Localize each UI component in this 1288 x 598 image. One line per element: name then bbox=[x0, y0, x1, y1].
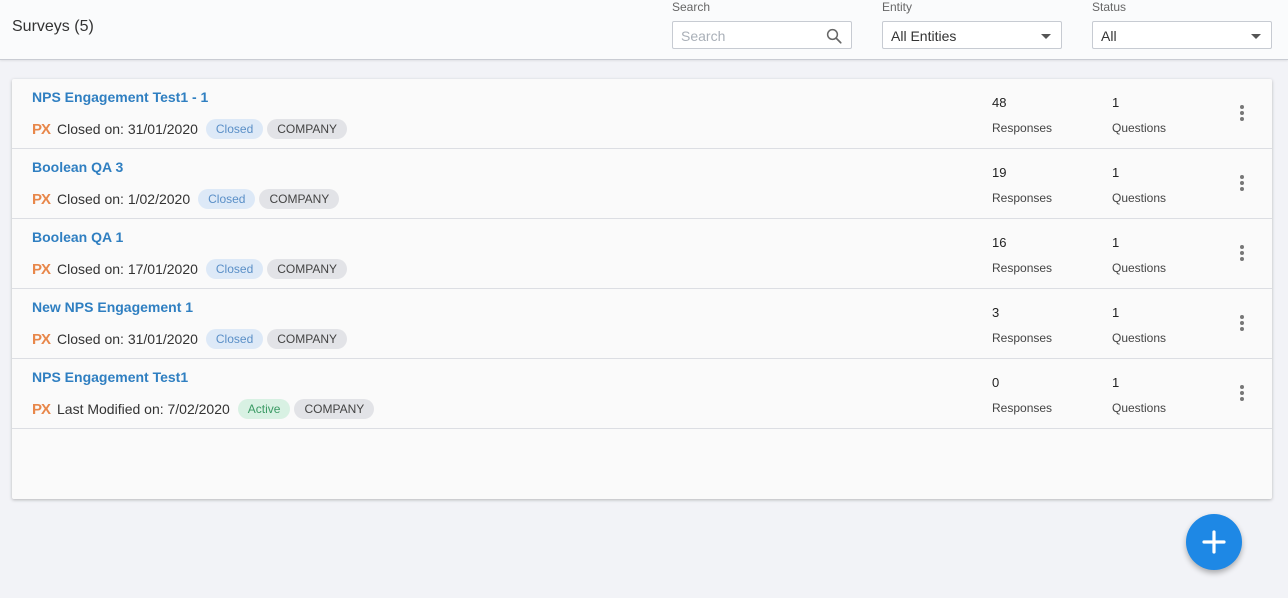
questions-label: Questions bbox=[1112, 191, 1167, 205]
questions-count: 1 bbox=[1112, 165, 1120, 180]
px-logo-icon: PX bbox=[32, 400, 51, 418]
survey-title-link[interactable]: Boolean QA 1 bbox=[32, 229, 123, 245]
search-icon[interactable] bbox=[825, 27, 843, 45]
search-input[interactable]: Search bbox=[672, 21, 852, 49]
questions-label: Questions bbox=[1112, 331, 1167, 345]
survey-title-link[interactable]: New NPS Engagement 1 bbox=[32, 299, 193, 315]
responses-label: Responses bbox=[992, 121, 1053, 135]
survey-row[interactable]: Boolean QA 3 PX Closed on: 1/02/2020 Clo… bbox=[12, 149, 1272, 219]
survey-row[interactable]: Boolean QA 1 PX Closed on: 17/01/2020 Cl… bbox=[12, 219, 1272, 289]
more-vertical-icon[interactable] bbox=[1234, 315, 1250, 333]
responses-label: Responses bbox=[992, 191, 1053, 205]
status-badge: Active bbox=[237, 399, 291, 419]
more-vertical-icon[interactable] bbox=[1234, 385, 1250, 403]
px-logo-icon: PX bbox=[32, 260, 51, 278]
survey-meta: PX Closed on: 31/01/2020 Closed COMPANY bbox=[32, 329, 348, 349]
status-label: Status bbox=[1092, 0, 1127, 14]
survey-row[interactable]: NPS Engagement Test1 PX Last Modified on… bbox=[12, 359, 1272, 429]
survey-date: Last Modified on: 7/02/2020 bbox=[57, 401, 230, 417]
entity-badge: COMPANY bbox=[267, 259, 348, 279]
page-header: Surveys (5) Search Search Entity All Ent… bbox=[0, 0, 1288, 60]
questions-count: 1 bbox=[1112, 375, 1120, 390]
search-placeholder: Search bbox=[681, 28, 726, 44]
responses-count: 48 bbox=[992, 95, 1007, 110]
search-label: Search bbox=[672, 0, 711, 14]
responses-label: Responses bbox=[992, 401, 1053, 415]
responses-count: 0 bbox=[992, 375, 1000, 390]
survey-title-link[interactable]: NPS Engagement Test1 bbox=[32, 369, 188, 385]
chevron-down-icon bbox=[1041, 34, 1051, 39]
responses-count: 16 bbox=[992, 235, 1007, 250]
more-vertical-icon[interactable] bbox=[1234, 245, 1250, 263]
questions-label: Questions bbox=[1112, 401, 1167, 415]
responses-label: Responses bbox=[992, 331, 1053, 345]
questions-count: 1 bbox=[1112, 305, 1120, 320]
questions-count: 1 bbox=[1112, 235, 1120, 250]
page-title: Surveys (5) bbox=[12, 18, 94, 35]
responses-label: Responses bbox=[992, 261, 1053, 275]
survey-row[interactable]: NPS Engagement Test1 - 1 PX Closed on: 3… bbox=[12, 79, 1272, 149]
entity-select-value: All Entities bbox=[891, 28, 957, 44]
entity-label: Entity bbox=[882, 0, 913, 14]
survey-meta: PX Closed on: 17/01/2020 Closed COMPANY bbox=[32, 259, 348, 279]
responses-count: 3 bbox=[992, 305, 1000, 320]
entity-select[interactable]: All Entities bbox=[882, 21, 1062, 49]
survey-date: Closed on: 31/01/2020 bbox=[57, 121, 198, 137]
chevron-down-icon bbox=[1251, 34, 1261, 39]
survey-meta: PX Closed on: 1/02/2020 Closed COMPANY bbox=[32, 189, 340, 209]
more-vertical-icon[interactable] bbox=[1234, 105, 1250, 123]
entity-badge: COMPANY bbox=[259, 189, 340, 209]
survey-list: NPS Engagement Test1 - 1 PX Closed on: 3… bbox=[12, 79, 1272, 499]
more-vertical-icon[interactable] bbox=[1234, 175, 1250, 193]
entity-badge: COMPANY bbox=[267, 329, 348, 349]
survey-date: Closed on: 17/01/2020 bbox=[57, 261, 198, 277]
status-badge: Closed bbox=[205, 119, 264, 139]
questions-label: Questions bbox=[1112, 121, 1167, 135]
entity-badge: COMPANY bbox=[294, 399, 375, 419]
survey-date: Closed on: 1/02/2020 bbox=[57, 191, 191, 207]
survey-title-link[interactable]: Boolean QA 3 bbox=[32, 159, 123, 175]
survey-date: Closed on: 31/01/2020 bbox=[57, 331, 198, 347]
survey-meta: PX Closed on: 31/01/2020 Closed COMPANY bbox=[32, 119, 348, 139]
add-survey-button[interactable] bbox=[1186, 514, 1242, 570]
entity-badge: COMPANY bbox=[267, 119, 348, 139]
questions-label: Questions bbox=[1112, 261, 1167, 275]
survey-title-link[interactable]: NPS Engagement Test1 - 1 bbox=[32, 89, 208, 105]
responses-count: 19 bbox=[992, 165, 1007, 180]
status-badge: Closed bbox=[205, 329, 264, 349]
questions-count: 1 bbox=[1112, 95, 1120, 110]
status-select[interactable]: All bbox=[1092, 21, 1272, 49]
px-logo-icon: PX bbox=[32, 120, 51, 138]
status-badge: Closed bbox=[198, 189, 256, 209]
px-logo-icon: PX bbox=[32, 190, 51, 208]
survey-meta: PX Last Modified on: 7/02/2020 Active CO… bbox=[32, 399, 375, 419]
status-select-value: All bbox=[1101, 28, 1117, 44]
plus-icon bbox=[1202, 530, 1226, 554]
px-logo-icon: PX bbox=[32, 330, 51, 348]
status-badge: Closed bbox=[205, 259, 264, 279]
survey-row[interactable]: New NPS Engagement 1 PX Closed on: 31/01… bbox=[12, 289, 1272, 359]
